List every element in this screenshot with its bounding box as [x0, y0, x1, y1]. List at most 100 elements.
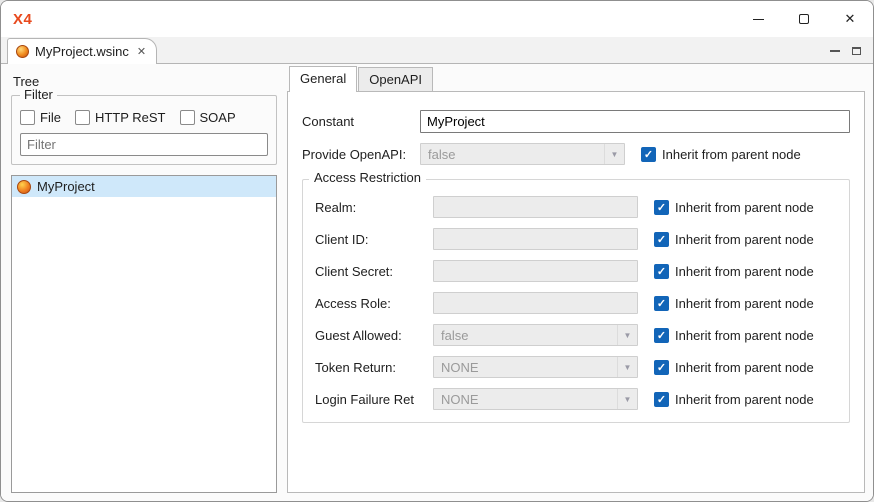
login-failure-value: NONE [441, 392, 479, 407]
editor-tab-myproject[interactable]: MyProject.wsinc ✕ [7, 38, 157, 64]
tab-general[interactable]: General [289, 66, 357, 92]
filter-option-label: SOAP [200, 110, 236, 125]
provide-openapi-select: false ▼ [420, 143, 625, 165]
inherit-checkbox-client-secret[interactable]: ✓ Inherit from parent node [654, 264, 814, 279]
app-window: X4 ✕ MyProject.wsinc ✕ Tree Filt [0, 0, 874, 502]
view-minimize-icon[interactable] [830, 50, 840, 52]
inherit-label: Inherit from parent node [675, 200, 814, 215]
tab-close-icon[interactable]: ✕ [137, 45, 146, 58]
form-row-guest-allowed: Guest Allowed: false ▼ ✓ Inherit from pa… [315, 324, 839, 346]
tree-panel: Tree Filter File HTTP ReST SOAP [1, 64, 283, 501]
tree-item-myproject[interactable]: MyProject [12, 176, 276, 197]
client-secret-label: Client Secret: [315, 264, 433, 279]
checkbox-checked-icon[interactable]: ✓ [654, 200, 669, 215]
form-row-token-return: Token Return: NONE ▼ ✓ Inherit from pare… [315, 356, 839, 378]
inherit-checkbox-login-failure[interactable]: ✓ Inherit from parent node [654, 392, 814, 407]
checkbox-unchecked-icon[interactable] [75, 110, 90, 125]
inherit-label: Inherit from parent node [675, 360, 814, 375]
editor-tab-strip: MyProject.wsinc ✕ [1, 37, 873, 64]
form-row-provide-openapi: Provide OpenAPI: false ▼ ✓ Inherit from … [302, 143, 850, 165]
inherit-label: Inherit from parent node [675, 328, 814, 343]
app-logo: X4 [13, 11, 32, 28]
window-maximize-button[interactable] [781, 1, 827, 37]
filter-option-label: HTTP ReST [95, 110, 166, 125]
inherit-checkbox-client-id[interactable]: ✓ Inherit from parent node [654, 232, 814, 247]
checkbox-checked-icon[interactable]: ✓ [641, 147, 656, 162]
window-close-button[interactable]: ✕ [827, 1, 873, 37]
dropdown-arrow-icon: ▼ [604, 144, 624, 164]
login-failure-label: Login Failure Ret [315, 392, 433, 407]
title-bar: X4 ✕ [1, 1, 873, 37]
view-maximize-icon[interactable] [852, 47, 861, 55]
dropdown-arrow-icon: ▼ [617, 357, 637, 377]
dropdown-arrow-icon: ▼ [617, 389, 637, 409]
properties-panel: General OpenAPI Constant Provide OpenAPI… [283, 64, 873, 501]
wsinc-file-icon [16, 45, 29, 58]
dropdown-arrow-icon: ▼ [617, 325, 637, 345]
constant-input[interactable] [420, 110, 850, 133]
form-row-realm: Realm: ✓ Inherit from parent node [315, 196, 839, 218]
inherit-label: Inherit from parent node [675, 232, 814, 247]
inherit-label: Inherit from parent node [675, 392, 814, 407]
form-row-client-secret: Client Secret: ✓ Inherit from parent nod… [315, 260, 839, 282]
window-controls: ✕ [735, 1, 873, 37]
main-area: Tree Filter File HTTP ReST SOAP [1, 64, 873, 501]
checkbox-unchecked-icon[interactable] [20, 110, 35, 125]
checkbox-checked-icon[interactable]: ✓ [654, 264, 669, 279]
window-minimize-button[interactable] [735, 1, 781, 37]
inherit-checkbox-access-role[interactable]: ✓ Inherit from parent node [654, 296, 814, 311]
inherit-checkbox-provide-openapi[interactable]: ✓ Inherit from parent node [641, 147, 801, 162]
filter-option-soap[interactable]: SOAP [180, 110, 236, 125]
minimize-icon [753, 19, 764, 20]
client-id-label: Client ID: [315, 232, 433, 247]
filter-input[interactable] [20, 133, 268, 156]
form-row-login-failure: Login Failure Ret NONE ▼ ✓ Inherit from … [315, 388, 839, 410]
editor-tab-label: MyProject.wsinc [35, 44, 129, 59]
form-row-access-role: Access Role: ✓ Inherit from parent node [315, 292, 839, 314]
access-restriction-group: Access Restriction Realm: ✓ Inherit from… [302, 179, 850, 423]
guest-allowed-label: Guest Allowed: [315, 328, 433, 343]
inherit-checkbox-realm[interactable]: ✓ Inherit from parent node [654, 200, 814, 215]
constant-label: Constant [302, 114, 420, 129]
inherit-checkbox-token-return[interactable]: ✓ Inherit from parent node [654, 360, 814, 375]
filter-option-http-rest[interactable]: HTTP ReST [75, 110, 166, 125]
properties-tabs: General OpenAPI [289, 66, 865, 91]
access-restriction-title: Access Restriction [309, 170, 426, 185]
checkbox-checked-icon[interactable]: ✓ [654, 392, 669, 407]
guest-allowed-select: false ▼ [433, 324, 638, 346]
provide-openapi-value: false [428, 147, 455, 162]
provide-openapi-label: Provide OpenAPI: [302, 147, 420, 162]
filter-group: Filter File HTTP ReST SOAP [11, 95, 277, 165]
inherit-label: Inherit from parent node [675, 264, 814, 279]
view-controls [830, 47, 873, 63]
checkbox-unchecked-icon[interactable] [180, 110, 195, 125]
checkbox-checked-icon[interactable]: ✓ [654, 296, 669, 311]
form-row-client-id: Client ID: ✓ Inherit from parent node [315, 228, 839, 250]
token-return-value: NONE [441, 360, 479, 375]
inherit-label: Inherit from parent node [675, 296, 814, 311]
login-failure-select: NONE ▼ [433, 388, 638, 410]
token-return-select: NONE ▼ [433, 356, 638, 378]
realm-label: Realm: [315, 200, 433, 215]
guest-allowed-value: false [441, 328, 468, 343]
tree-item-label: MyProject [37, 179, 95, 194]
project-tree[interactable]: MyProject [11, 175, 277, 493]
realm-input [433, 196, 638, 218]
token-return-label: Token Return: [315, 360, 433, 375]
checkbox-checked-icon[interactable]: ✓ [654, 232, 669, 247]
checkbox-checked-icon[interactable]: ✓ [654, 328, 669, 343]
inherit-checkbox-guest-allowed[interactable]: ✓ Inherit from parent node [654, 328, 814, 343]
filter-option-label: File [40, 110, 61, 125]
access-role-label: Access Role: [315, 296, 433, 311]
filter-options-row: File HTTP ReST SOAP [20, 110, 268, 125]
client-id-input [433, 228, 638, 250]
project-icon [17, 180, 31, 194]
general-tab-content: Constant Provide OpenAPI: false ▼ ✓ Inhe… [287, 91, 865, 493]
checkbox-checked-icon[interactable]: ✓ [654, 360, 669, 375]
maximize-icon [799, 14, 809, 24]
inherit-label: Inherit from parent node [662, 147, 801, 162]
filter-option-file[interactable]: File [20, 110, 61, 125]
client-secret-input [433, 260, 638, 282]
filter-group-title: Filter [20, 87, 57, 102]
tab-openapi[interactable]: OpenAPI [358, 67, 433, 91]
